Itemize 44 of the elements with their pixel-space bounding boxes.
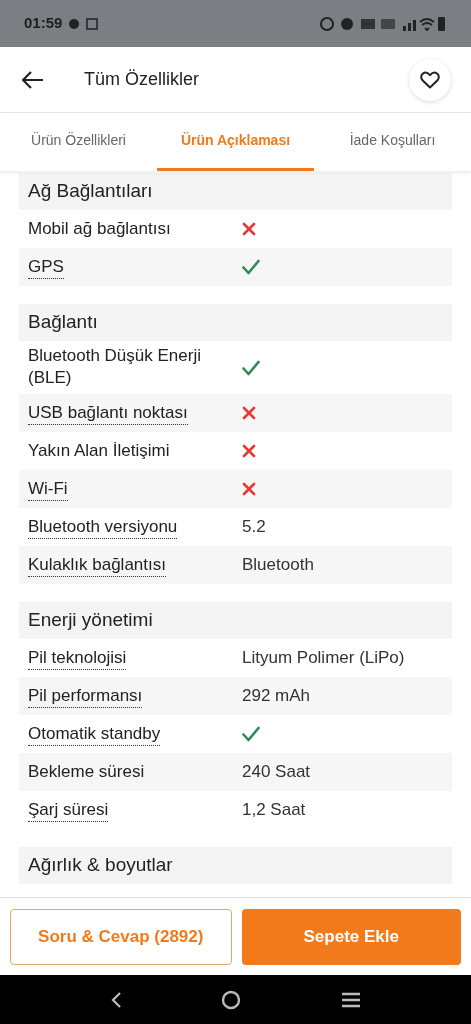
spec-value: 5.2: [242, 517, 266, 537]
spec-label: GPS: [28, 256, 64, 279]
spec-label: USB bağlantı noktası: [28, 402, 188, 425]
check-icon: [242, 726, 260, 742]
notification-icon: [86, 17, 99, 30]
cross-icon: [242, 222, 256, 236]
heart-icon: [420, 70, 440, 89]
tab[interactable]: İade Koşulları: [314, 113, 471, 171]
home-nav-icon[interactable]: [221, 989, 242, 1010]
spec-label: Otomatik standby: [28, 723, 161, 746]
back-arrow-icon: [22, 70, 44, 89]
favorite-button[interactable]: [409, 58, 451, 101]
status-time: 01:59: [24, 13, 63, 34]
notification-icon: [68, 17, 81, 30]
spec-value: 1,2 Saat: [242, 800, 306, 820]
add-to-cart-button[interactable]: Sepete Ekle: [241, 908, 461, 965]
section-title: Ağırlık & boyutlar: [28, 853, 173, 878]
questions-button[interactable]: Soru & Cevap (2892): [10, 908, 232, 965]
spec-label: Bluetooth versiyonu: [28, 516, 178, 539]
tab[interactable]: Ürün Özellikleri: [0, 113, 157, 171]
spec-label: Bekleme süresi: [28, 761, 145, 783]
spec-value: Bluetooth: [242, 555, 314, 575]
spec-value: 292 mAh: [242, 686, 311, 706]
menu-icon[interactable]: [341, 991, 362, 1008]
spec-label: Mobil ağ bağlantısı: [28, 218, 171, 240]
spec-label: Yakın Alan İletişimi: [28, 440, 170, 462]
cross-icon: [242, 406, 256, 420]
back-nav-icon[interactable]: [109, 990, 122, 1009]
spec-label: Kulaklık bağlantısı: [28, 554, 166, 577]
spec-label: Pil teknolojisi: [28, 647, 127, 670]
check-icon: [242, 359, 260, 376]
spec-label: Bluetooth Düşük Enerji (BLE): [28, 345, 202, 389]
cross-icon: [242, 482, 256, 496]
spec-value: 240 Saat: [242, 762, 311, 782]
spec-value: Lityum Polimer (LiPo): [242, 648, 405, 668]
spec-label: Wi-Fi: [28, 478, 68, 501]
cross-icon: [242, 444, 256, 458]
check-icon: [242, 259, 260, 275]
spec-label: Şarj süresi: [28, 799, 109, 822]
page-title: Tüm Özellikler: [84, 68, 200, 91]
section-title: Enerji yönetimi: [28, 608, 153, 633]
section-title: Ağ Bağlantıları: [28, 179, 153, 204]
spec-label: Pil performansı: [28, 685, 143, 708]
section-title: Bağlantı: [28, 310, 98, 335]
